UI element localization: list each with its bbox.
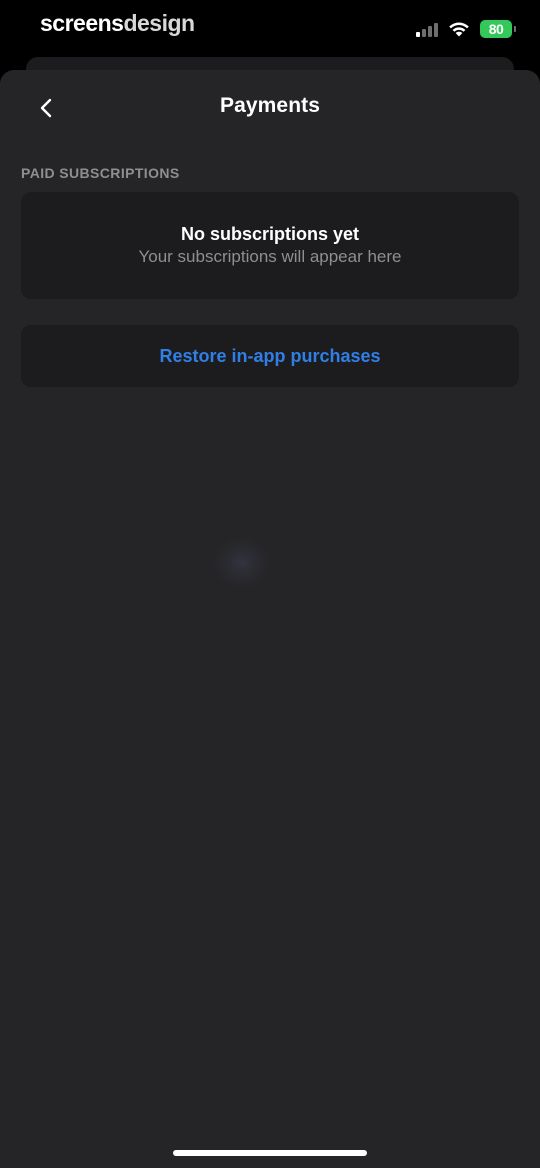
cellular-signal-icon [416,21,438,37]
brand-logo-bold: screens [40,10,124,36]
battery-icon: 80 [480,20,516,38]
page-title: Payments [219,94,321,117]
home-indicator[interactable] [173,1150,367,1156]
subscriptions-empty-state: No subscriptions yet Your subscriptions … [21,192,519,299]
brand-logo-light: design [123,10,195,36]
section-header-paid-subscriptions: PAID SUBSCRIPTIONS [21,165,180,181]
status-icons: 80 [416,18,516,40]
wifi-icon [448,21,470,37]
status-bar: screensdesign 80 [0,0,540,56]
brand-logo: screensdesign [40,10,195,37]
loading-indicator [214,538,270,588]
navigation-bar: Payments [0,70,540,144]
payments-sheet: Payments PAID SUBSCRIPTIONS No subscript… [0,70,540,1168]
payments-screen: screensdesign 80 Payments PAID SUBSCRIPT… [0,0,540,1168]
empty-state-title: No subscriptions yet [180,224,360,244]
battery-level: 80 [488,21,504,37]
restore-purchases-button[interactable]: Restore in-app purchases [21,325,519,387]
battery-cap [514,26,516,32]
empty-state-subtitle: Your subscriptions will appear here [138,247,402,266]
